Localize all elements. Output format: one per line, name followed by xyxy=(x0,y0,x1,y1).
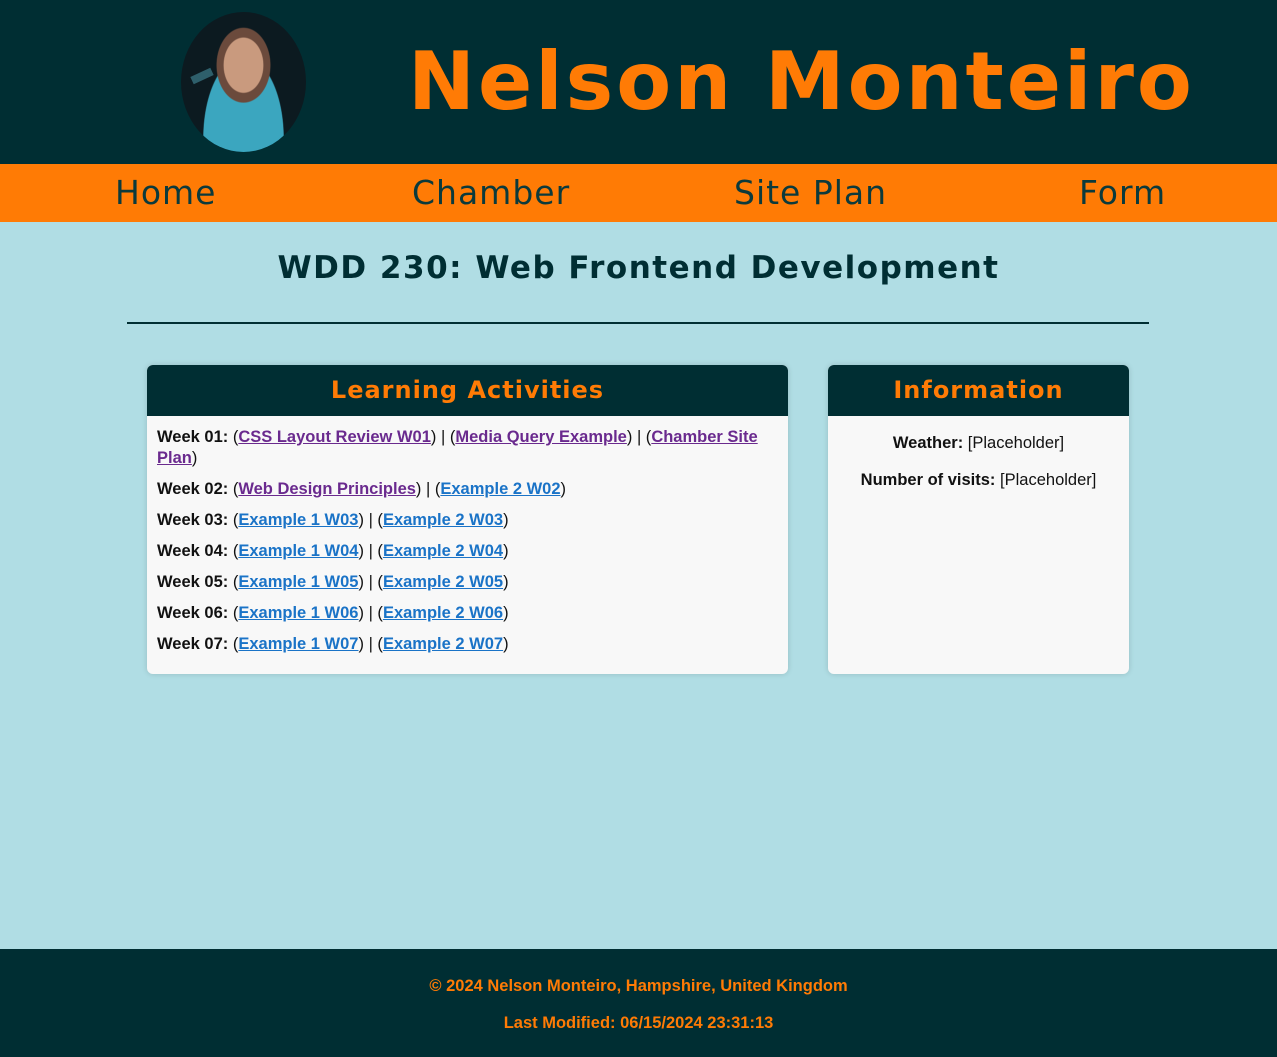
nav-site-plan[interactable]: Site Plan xyxy=(734,164,887,222)
activity-link[interactable]: CSS Layout Review W01 xyxy=(238,428,431,446)
course-title: WDD 230: Web Frontend Development xyxy=(277,250,1000,286)
visits-label: Number of visits: xyxy=(860,471,996,489)
divider xyxy=(127,322,1149,324)
week-label: Week 06: xyxy=(157,604,229,622)
week-label: Week 07: xyxy=(157,635,229,653)
week-label: Week 02: xyxy=(157,480,229,498)
week-label: Week 05: xyxy=(157,573,229,591)
list-item: Week 02: (Web Design Principles) | (Exam… xyxy=(157,480,567,498)
week-label: Week 04: xyxy=(157,542,229,560)
nav-home[interactable]: Home xyxy=(115,164,216,222)
activity-link[interactable]: Example 1 W06 xyxy=(238,604,358,622)
list-item: Week 03: (Example 1 W03) | (Example 2 W0… xyxy=(157,511,509,529)
activity-link[interactable]: Example 2 W04 xyxy=(383,542,503,560)
site-footer: © 2024 Nelson Monteiro, Hampshire, Unite… xyxy=(0,949,1277,1057)
list-item: Week 04: (Example 1 W04) | (Example 2 W0… xyxy=(157,542,509,560)
list-item: Week 07: (Example 1 W07) | (Example 2 W0… xyxy=(157,635,509,653)
list-item: Week 05: (Example 1 W05) | (Example 2 W0… xyxy=(157,573,509,591)
activity-link[interactable]: Example 1 W03 xyxy=(238,511,358,529)
activity-link[interactable]: Example 2 W03 xyxy=(383,511,503,529)
weather-label: Weather: xyxy=(892,434,964,452)
weather-value: [Placeholder] xyxy=(967,434,1065,452)
visits-line: Number of visits: [Placeholder] xyxy=(828,470,1129,490)
week-label: Week 03: xyxy=(157,511,229,529)
week-label: Week 01: xyxy=(157,428,229,446)
visits-value: [Placeholder] xyxy=(1000,471,1097,489)
list-item: Week 01: (CSS Layout Review W01) | (Medi… xyxy=(157,428,758,467)
learning-activities-heading: Learning Activities xyxy=(147,365,788,416)
weather-line: Weather: [Placeholder] xyxy=(828,433,1129,453)
activity-link[interactable]: Example 1 W07 xyxy=(238,635,358,653)
main-nav: Home Chamber Site Plan Form xyxy=(0,164,1277,222)
list-item: Week 06: (Example 1 W06) | (Example 2 W0… xyxy=(157,604,509,622)
copyright-text: © 2024 Nelson Monteiro, Hampshire, Unite… xyxy=(429,977,848,995)
information-card: Information Weather: [Placeholder] Numbe… xyxy=(828,365,1129,674)
activity-link[interactable]: Example 2 W05 xyxy=(383,573,503,591)
last-modified-text: Last Modified: 06/15/2024 23:31:13 xyxy=(503,1014,774,1032)
activity-link[interactable]: Web Design Principles xyxy=(238,480,416,498)
weeks-list: Week 01: (CSS Layout Review W01) | (Medi… xyxy=(147,416,788,655)
profile-photo xyxy=(181,12,306,152)
site-header: Nelson Monteiro xyxy=(0,0,1277,164)
site-title: Nelson Monteiro xyxy=(408,35,1195,128)
activity-link[interactable]: Example 2 W06 xyxy=(383,604,503,622)
activity-link[interactable]: Example 1 W04 xyxy=(238,542,358,560)
nav-form[interactable]: Form xyxy=(1079,164,1166,222)
learning-activities-card: Learning Activities Week 01: (CSS Layout… xyxy=(147,365,788,674)
activity-link[interactable]: Example 2 W07 xyxy=(383,635,503,653)
activity-link[interactable]: Media Query Example xyxy=(455,428,627,446)
activity-link[interactable]: Example 1 W05 xyxy=(238,573,358,591)
nav-chamber[interactable]: Chamber xyxy=(412,164,570,222)
activity-link[interactable]: Example 2 W02 xyxy=(440,480,560,498)
information-heading: Information xyxy=(828,365,1129,416)
